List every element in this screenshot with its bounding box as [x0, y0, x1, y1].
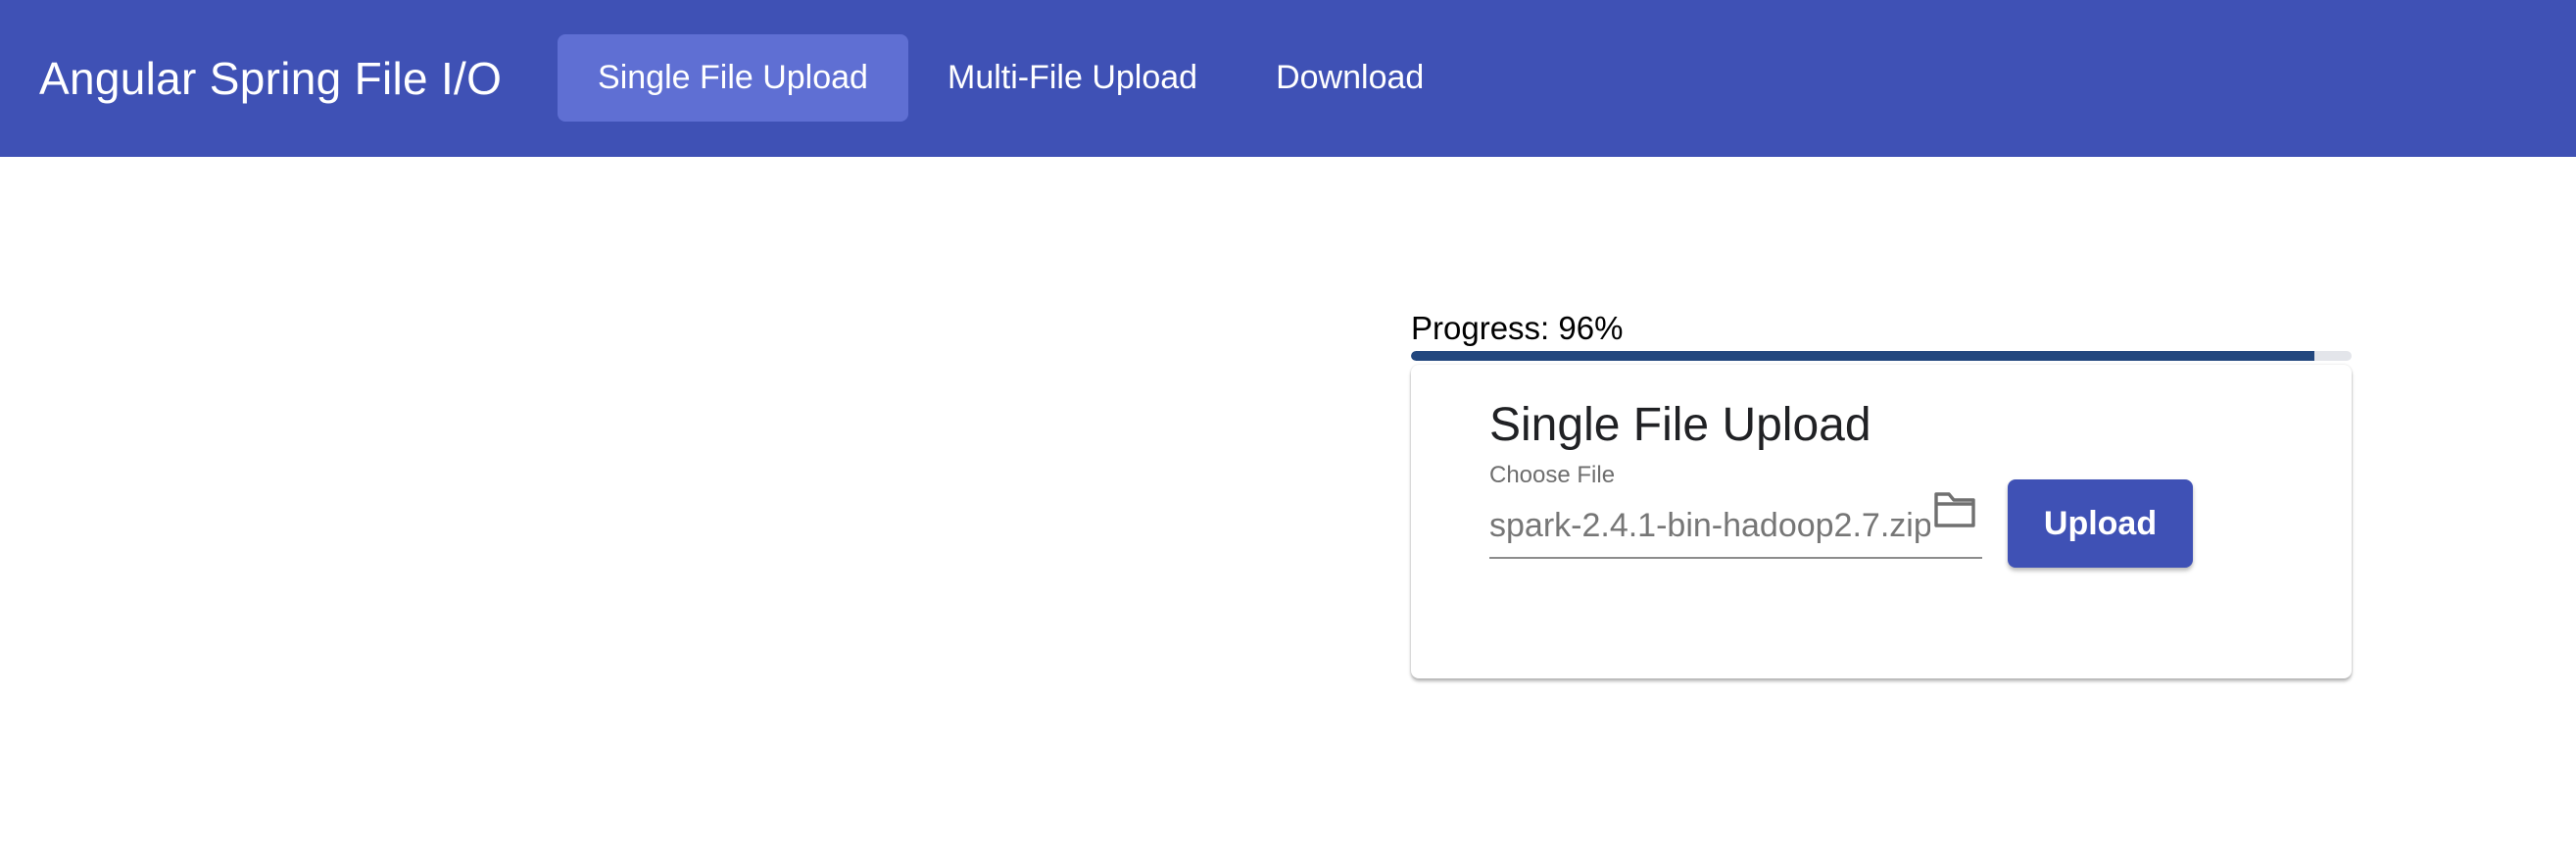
upload-progress: Progress: 96%	[1411, 306, 2352, 361]
app-title: Angular Spring File I/O	[39, 53, 503, 104]
nav-download[interactable]: Download	[1237, 34, 1463, 122]
progress-fill	[1411, 351, 2314, 361]
progress-label: Progress: 96%	[1411, 310, 1624, 346]
file-field-underline	[1489, 557, 1982, 559]
single-file-upload-card: Single File Upload Choose File Upload	[1411, 365, 2352, 678]
nav-single-file-upload[interactable]: Single File Upload	[558, 34, 908, 122]
upload-button[interactable]: Upload	[2008, 479, 2193, 568]
nav-multi-file-upload[interactable]: Multi-File Upload	[908, 34, 1237, 122]
main-nav: Single File Upload Multi-File Upload Dow…	[558, 34, 1463, 122]
file-field[interactable]: Choose File	[1489, 461, 1982, 559]
file-name-input[interactable]	[1489, 504, 1930, 547]
folder-icon[interactable]	[1932, 490, 1977, 529]
app-toolbar: Angular Spring File I/O Single File Uplo…	[0, 0, 2576, 157]
card-title: Single File Upload	[1489, 399, 1871, 451]
progress-track	[1411, 351, 2352, 361]
choose-file-label: Choose File	[1489, 462, 1616, 488]
